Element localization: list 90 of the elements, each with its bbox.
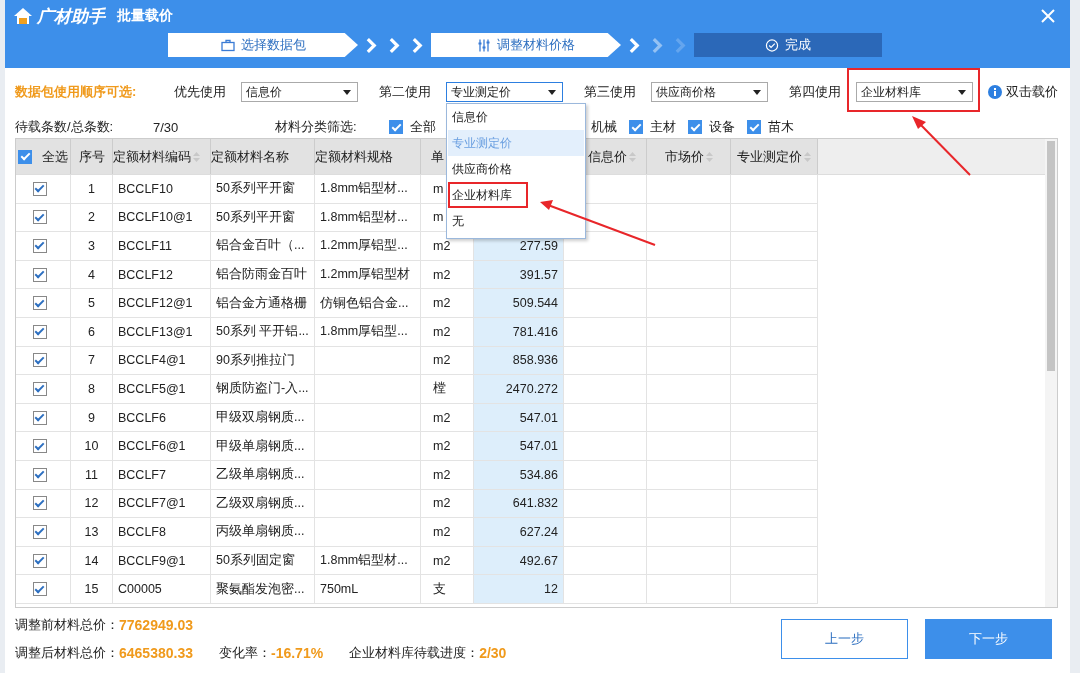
total-label: 调整前材料总价： <box>15 616 119 634</box>
slot-label: 第四使用 <box>789 83 842 101</box>
count-label: 待载条数/总条数: <box>15 118 115 136</box>
table-cell: 50系列平开窗 <box>211 203 315 233</box>
table-cell: BCCLF13@1 <box>113 317 211 347</box>
table-cell: 1.8mm铝型材... <box>315 175 421 204</box>
table-cell: BCCLF6@1 <box>113 432 211 461</box>
table-cell: BCCLF8 <box>113 518 211 547</box>
progress-value: 2/30 <box>479 645 507 661</box>
slot-label: 第三使用 <box>584 83 637 101</box>
app-logo: 广材助手 <box>37 5 105 28</box>
filter-option: 主材 <box>650 118 676 136</box>
change-value: -16.71% <box>270 645 324 661</box>
filter-option: 全部 <box>410 118 436 136</box>
table-cell: 2 <box>71 203 113 233</box>
table-cell: 509.544 <box>474 289 564 318</box>
table-cell: 1.2mm厚铝型材 <box>315 260 421 290</box>
table-cell: 547.01 <box>474 403 564 433</box>
table-cell: BCCLF12@1 <box>113 289 211 318</box>
filter-label: 材料分类筛选: <box>275 118 358 136</box>
table-cell: 534.86 <box>474 460 564 490</box>
total-value: 6465380.33 <box>119 645 193 661</box>
table-cell: 750mL <box>315 575 421 604</box>
table-cell: 铝合防雨金百叶 <box>211 260 315 290</box>
total-label: 调整后材料总价： <box>15 644 119 662</box>
table-cell: 5 <box>71 289 113 318</box>
table-cell: BCCLF6 <box>113 403 211 433</box>
table-cell: 50系列平开窗 <box>211 175 315 204</box>
table-cell: 8 <box>71 375 113 404</box>
table-cell: C00005 <box>113 575 211 604</box>
column-header: 全选 <box>42 147 68 166</box>
table-cell: 492.67 <box>474 546 564 576</box>
progress-label: 企业材料库待载进度： <box>349 644 480 662</box>
table-cell: 仿铜色铝合金... <box>315 289 421 318</box>
order-label: 数据包使用顺序可选: <box>15 83 138 101</box>
table-cell: 铝合金方通格栅 <box>211 289 315 318</box>
table-cell: 1.8mm厚铝型... <box>315 317 421 347</box>
table-cell: 钢质防盗门-入... <box>211 375 315 404</box>
table-cell: BCCLF11 <box>113 232 211 261</box>
table-cell: 90系列推拉门 <box>211 346 315 376</box>
filter-option: 设备 <box>709 118 735 136</box>
filter-option: 苗木 <box>768 118 794 136</box>
table-cell: 1.8mm铝型材... <box>315 203 421 233</box>
table-cell: 乙级单扇钢质... <box>211 460 315 490</box>
table-cell: 547.01 <box>474 432 564 461</box>
table-cell: 12 <box>71 489 113 519</box>
table-cell: BCCLF12 <box>113 260 211 290</box>
table-cell: 聚氨酯发泡密... <box>211 575 315 604</box>
slot-label: 优先使用 <box>174 83 227 101</box>
table-cell: 甲级单扇钢质... <box>211 432 315 461</box>
table-cell: 1.2mm厚铝型... <box>315 232 421 261</box>
table-cell: 13 <box>71 518 113 547</box>
table-cell: 10 <box>71 432 113 461</box>
table-cell: 858.936 <box>474 346 564 376</box>
table-cell: 甲级双扇钢质... <box>211 403 315 433</box>
table-cell: 15 <box>71 575 113 604</box>
table-cell: 3 <box>71 232 113 261</box>
table-cell: 1.8mm铝型材... <box>315 546 421 576</box>
table-cell: BCCLF4@1 <box>113 346 211 376</box>
filter-option: 机械 <box>591 118 617 136</box>
table-cell: 6 <box>71 317 113 347</box>
table-cell: 641.832 <box>474 489 564 519</box>
table-cell: 4 <box>71 260 113 290</box>
table-cell: 丙级单扇钢质... <box>211 518 315 547</box>
table-cell: 50系列 平开铝... <box>211 317 315 347</box>
table-cell: 铝合金百叶（... <box>211 232 315 261</box>
table-cell: BCCLF10@1 <box>113 203 211 233</box>
table-cell: 乙级双扇钢质... <box>211 489 315 519</box>
table-cell: 14 <box>71 546 113 576</box>
window-title: 批量载价 <box>117 7 173 25</box>
change-label: 变化率： <box>218 644 271 662</box>
table-cell: 11 <box>71 460 113 490</box>
table-cell: 627.24 <box>474 518 564 547</box>
table-cell: BCCLF10 <box>113 175 211 204</box>
table-cell: BCCLF5@1 <box>113 375 211 404</box>
table-cell: 9 <box>71 403 113 433</box>
table-cell: 12 <box>474 575 564 604</box>
table-cell: BCCLF7 <box>113 460 211 490</box>
table-cell: 2470.272 <box>474 375 564 404</box>
table-cell: 781.416 <box>474 317 564 347</box>
hint-text: 双击载价 <box>1006 83 1058 101</box>
table-cell: BCCLF7@1 <box>113 489 211 519</box>
table-cell: 7 <box>71 346 113 376</box>
table-cell: 50系列固定窗 <box>211 546 315 576</box>
table-cell: 1 <box>71 175 113 204</box>
slot-label: 第二使用 <box>379 83 432 101</box>
count-value: 7/30 <box>153 119 180 135</box>
table-cell: BCCLF9@1 <box>113 546 211 576</box>
total-value: 7762949.03 <box>119 617 193 633</box>
table-cell: 391.57 <box>474 260 564 290</box>
